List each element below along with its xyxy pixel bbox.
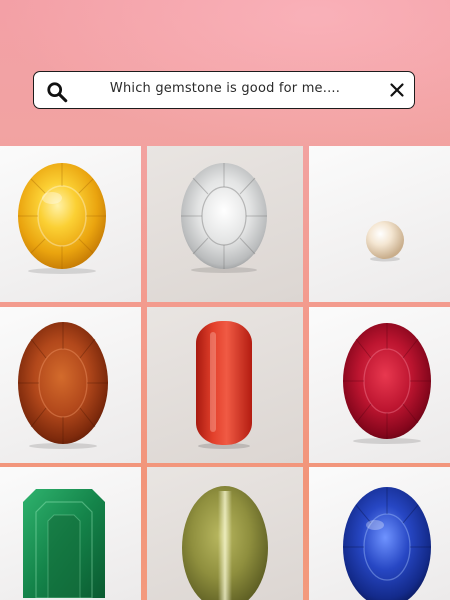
search-icon[interactable] bbox=[46, 81, 68, 103]
search-bar[interactable]: Which gemstone is good for me.... bbox=[33, 71, 415, 109]
pearl-gem bbox=[366, 221, 404, 262]
white-sapphire-gem bbox=[181, 163, 267, 273]
yellow-sapphire-gem bbox=[18, 163, 106, 274]
gem-tile-red-coral[interactable] bbox=[147, 307, 303, 463]
gem-tile-blue-sapphire[interactable] bbox=[309, 467, 450, 600]
hessonite-gem bbox=[18, 322, 108, 449]
gem-tile-yellow-sapphire[interactable] bbox=[0, 146, 141, 302]
gem-tile-white-sapphire[interactable] bbox=[147, 146, 303, 302]
gem-tile-pearl[interactable] bbox=[309, 146, 450, 302]
gem-tile-cats-eye[interactable] bbox=[147, 467, 303, 600]
search-input[interactable]: Which gemstone is good for me.... bbox=[82, 81, 368, 96]
blue-sapphire-gem bbox=[343, 487, 431, 600]
cats-eye-gem bbox=[182, 486, 268, 600]
emerald-gem bbox=[23, 489, 105, 598]
red-coral-gem bbox=[196, 321, 252, 449]
gem-tile-emerald[interactable] bbox=[0, 467, 141, 600]
gem-tile-ruby[interactable] bbox=[309, 307, 450, 463]
gem-tile-hessonite[interactable] bbox=[0, 307, 141, 463]
close-icon[interactable] bbox=[389, 82, 405, 98]
ruby-gem bbox=[343, 323, 431, 444]
